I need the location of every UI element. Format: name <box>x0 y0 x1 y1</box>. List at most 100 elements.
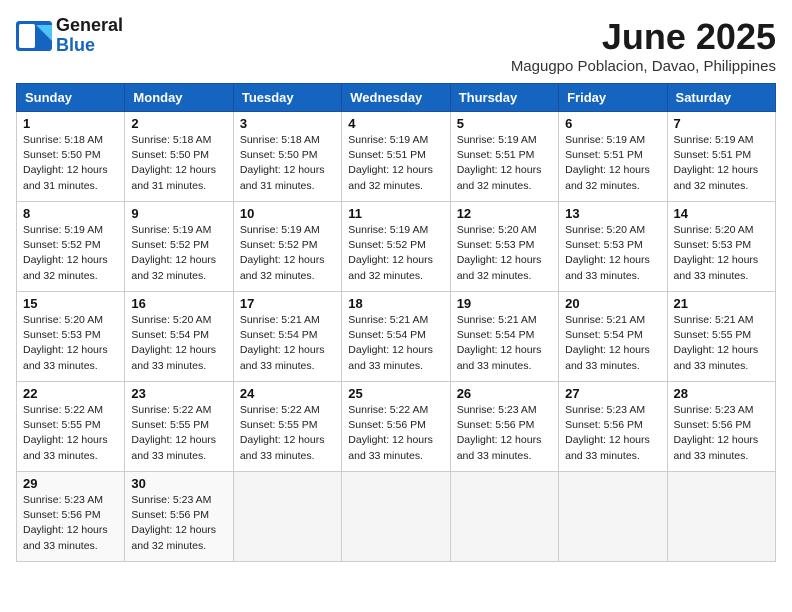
day-info: Sunrise: 5:22 AM Sunset: 5:55 PM Dayligh… <box>131 403 226 464</box>
day-number: 2 <box>131 116 226 131</box>
logo-text-blue: Blue <box>56 36 123 56</box>
calendar-cell: 29 Sunrise: 5:23 AM Sunset: 5:56 PM Dayli… <box>17 472 125 562</box>
calendar-cell: 19 Sunrise: 5:21 AM Sunset: 5:54 PM Dayli… <box>450 292 558 382</box>
day-number: 15 <box>23 296 118 311</box>
day-number: 29 <box>23 476 118 491</box>
calendar-cell: 17Sunrise: 5:21 AM Sunset: 5:54 PM Dayli… <box>233 292 341 382</box>
day-number: 24 <box>240 386 335 401</box>
calendar-cell: 28Sunrise: 5:23 AM Sunset: 5:56 PM Dayli… <box>667 382 775 472</box>
calendar-cell: 4 Sunrise: 5:19 AM Sunset: 5:51 PM Daylig… <box>342 112 450 202</box>
calendar-cell: 7 Sunrise: 5:19 AM Sunset: 5:51 PM Daylig… <box>667 112 775 202</box>
day-number: 14 <box>674 206 769 221</box>
day-info: Sunrise: 5:22 AM Sunset: 5:55 PM Dayligh… <box>23 403 118 464</box>
calendar-cell: 26 Sunrise: 5:23 AM Sunset: 5:56 PM Dayli… <box>450 382 558 472</box>
header-wednesday: Wednesday <box>342 84 450 112</box>
calendar-cell: 20 Sunrise: 5:21 AM Sunset: 5:54 PM Dayli… <box>559 292 667 382</box>
calendar-cell: 30Sunrise: 5:23 AM Sunset: 5:56 PM Dayli… <box>125 472 233 562</box>
day-number: 4 <box>348 116 443 131</box>
day-number: 20 <box>565 296 660 311</box>
day-number: 21 <box>674 296 769 311</box>
day-number: 7 <box>674 116 769 131</box>
title-area: June 2025 Magugpo Poblacion, Davao, Phil… <box>511 16 776 75</box>
calendar-cell: 22 Sunrise: 5:22 AM Sunset: 5:55 PM Dayli… <box>17 382 125 472</box>
day-number: 6 <box>565 116 660 131</box>
day-info: Sunrise: 5:19 AM Sunset: 5:51 PM Dayligh… <box>348 133 443 194</box>
logo: General Blue <box>16 16 123 56</box>
day-number: 11 <box>348 206 443 221</box>
day-number: 26 <box>457 386 552 401</box>
header-saturday: Saturday <box>667 84 775 112</box>
day-number: 19 <box>457 296 552 311</box>
calendar-cell: 6Sunrise: 5:19 AM Sunset: 5:51 PM Daylig… <box>559 112 667 202</box>
day-info: Sunrise: 5:21 AM Sunset: 5:54 PM Dayligh… <box>565 313 660 374</box>
location-title: Magugpo Poblacion, Davao, Philippines <box>511 58 776 75</box>
day-info: Sunrise: 5:21 AM Sunset: 5:54 PM Dayligh… <box>457 313 552 374</box>
calendar-cell: 21 Sunrise: 5:21 AM Sunset: 5:55 PM Dayli… <box>667 292 775 382</box>
calendar-cell: 1 Sunrise: 5:18 AM Sunset: 5:50 PM Daylig… <box>17 112 125 202</box>
day-info: Sunrise: 5:20 AM Sunset: 5:53 PM Dayligh… <box>23 313 118 374</box>
week-row-1: 1 Sunrise: 5:18 AM Sunset: 5:50 PM Daylig… <box>17 112 776 202</box>
calendar-cell <box>450 472 558 562</box>
calendar-cell: 5 Sunrise: 5:19 AM Sunset: 5:51 PM Daylig… <box>450 112 558 202</box>
day-info: Sunrise: 5:18 AM Sunset: 5:50 PM Dayligh… <box>131 133 226 194</box>
day-info: Sunrise: 5:19 AM Sunset: 5:51 PM Dayligh… <box>674 133 769 194</box>
week-row-5: 29 Sunrise: 5:23 AM Sunset: 5:56 PM Dayli… <box>17 472 776 562</box>
day-number: 28 <box>674 386 769 401</box>
day-number: 1 <box>23 116 118 131</box>
day-info: Sunrise: 5:21 AM Sunset: 5:54 PM Dayligh… <box>348 313 443 374</box>
day-number: 18 <box>348 296 443 311</box>
day-number: 23 <box>131 386 226 401</box>
day-number: 13 <box>565 206 660 221</box>
day-number: 16 <box>131 296 226 311</box>
day-number: 5 <box>457 116 552 131</box>
header-tuesday: Tuesday <box>233 84 341 112</box>
day-number: 27 <box>565 386 660 401</box>
calendar-cell: 11Sunrise: 5:19 AM Sunset: 5:52 PM Dayli… <box>342 202 450 292</box>
calendar-cell <box>233 472 341 562</box>
calendar-cell: 8 Sunrise: 5:19 AM Sunset: 5:52 PM Daylig… <box>17 202 125 292</box>
header-monday: Monday <box>125 84 233 112</box>
month-title: June 2025 <box>511 16 776 58</box>
day-info: Sunrise: 5:19 AM Sunset: 5:52 PM Dayligh… <box>240 223 335 284</box>
header-thursday: Thursday <box>450 84 558 112</box>
day-info: Sunrise: 5:23 AM Sunset: 5:56 PM Dayligh… <box>457 403 552 464</box>
day-info: Sunrise: 5:20 AM Sunset: 5:53 PM Dayligh… <box>565 223 660 284</box>
day-number: 8 <box>23 206 118 221</box>
day-info: Sunrise: 5:21 AM Sunset: 5:55 PM Dayligh… <box>674 313 769 374</box>
day-number: 12 <box>457 206 552 221</box>
calendar-cell: 15 Sunrise: 5:20 AM Sunset: 5:53 PM Dayli… <box>17 292 125 382</box>
day-info: Sunrise: 5:22 AM Sunset: 5:56 PM Dayligh… <box>348 403 443 464</box>
calendar-cell: 3Sunrise: 5:18 AM Sunset: 5:50 PM Daylig… <box>233 112 341 202</box>
calendar-cell: 9 Sunrise: 5:19 AM Sunset: 5:52 PM Daylig… <box>125 202 233 292</box>
day-info: Sunrise: 5:20 AM Sunset: 5:54 PM Dayligh… <box>131 313 226 374</box>
calendar-cell: 24Sunrise: 5:22 AM Sunset: 5:55 PM Dayli… <box>233 382 341 472</box>
calendar-cell: 23 Sunrise: 5:22 AM Sunset: 5:55 PM Dayli… <box>125 382 233 472</box>
day-info: Sunrise: 5:20 AM Sunset: 5:53 PM Dayligh… <box>457 223 552 284</box>
week-row-2: 8 Sunrise: 5:19 AM Sunset: 5:52 PM Daylig… <box>17 202 776 292</box>
logo-icon <box>16 21 52 51</box>
week-row-4: 22 Sunrise: 5:22 AM Sunset: 5:55 PM Dayli… <box>17 382 776 472</box>
calendar-cell: 10 Sunrise: 5:19 AM Sunset: 5:52 PM Dayli… <box>233 202 341 292</box>
day-info: Sunrise: 5:18 AM Sunset: 5:50 PM Dayligh… <box>23 133 118 194</box>
day-number: 10 <box>240 206 335 221</box>
calendar-cell <box>559 472 667 562</box>
day-info: Sunrise: 5:23 AM Sunset: 5:56 PM Dayligh… <box>23 493 118 554</box>
day-info: Sunrise: 5:19 AM Sunset: 5:52 PM Dayligh… <box>131 223 226 284</box>
logo-text-general: General <box>56 16 123 36</box>
day-info: Sunrise: 5:23 AM Sunset: 5:56 PM Dayligh… <box>565 403 660 464</box>
day-info: Sunrise: 5:18 AM Sunset: 5:50 PM Dayligh… <box>240 133 335 194</box>
calendar-cell: 14Sunrise: 5:20 AM Sunset: 5:53 PM Dayli… <box>667 202 775 292</box>
calendar-table: Sunday Monday Tuesday Wednesday Thursday… <box>16 83 776 562</box>
day-number: 17 <box>240 296 335 311</box>
day-number: 22 <box>23 386 118 401</box>
calendar-cell: 25Sunrise: 5:22 AM Sunset: 5:56 PM Dayli… <box>342 382 450 472</box>
calendar-cell: 12 Sunrise: 5:20 AM Sunset: 5:53 PM Dayli… <box>450 202 558 292</box>
header-sunday: Sunday <box>17 84 125 112</box>
day-number: 9 <box>131 206 226 221</box>
calendar-cell <box>342 472 450 562</box>
day-info: Sunrise: 5:19 AM Sunset: 5:51 PM Dayligh… <box>457 133 552 194</box>
day-info: Sunrise: 5:19 AM Sunset: 5:52 PM Dayligh… <box>23 223 118 284</box>
calendar-cell: 16 Sunrise: 5:20 AM Sunset: 5:54 PM Dayli… <box>125 292 233 382</box>
calendar-cell <box>667 472 775 562</box>
day-info: Sunrise: 5:23 AM Sunset: 5:56 PM Dayligh… <box>131 493 226 554</box>
